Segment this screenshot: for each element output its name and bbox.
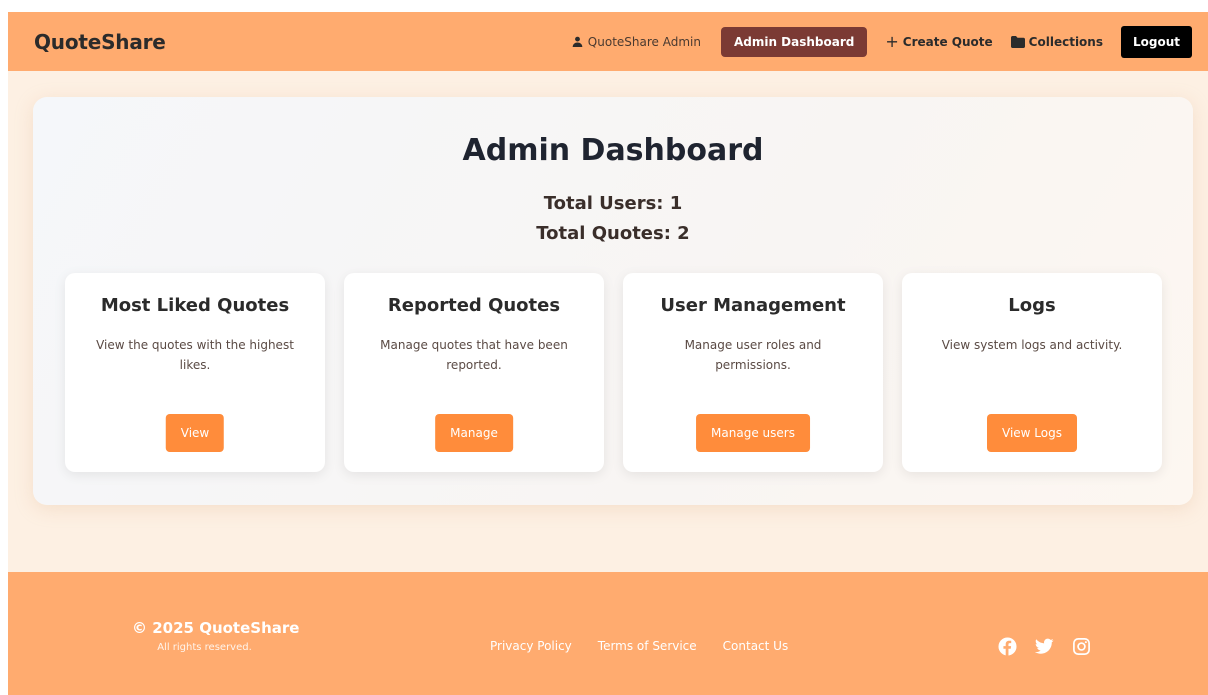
current-user[interactable]: QuoteShare Admin xyxy=(572,35,701,49)
page-title: Admin Dashboard xyxy=(462,133,764,168)
manage-reported-button[interactable]: Manage xyxy=(435,414,513,452)
card-title: Logs xyxy=(1008,295,1056,316)
footer-copyright: © 2025 QuoteShare xyxy=(132,619,300,637)
social-links xyxy=(998,637,1091,656)
create-quote-label: Create Quote xyxy=(902,34,993,49)
twitter-icon[interactable] xyxy=(1035,637,1054,656)
view-logs-button[interactable]: View Logs xyxy=(987,414,1077,452)
terms-of-service-link[interactable]: Terms of Service xyxy=(598,639,697,653)
privacy-policy-link[interactable]: Privacy Policy xyxy=(490,639,572,653)
card-description: Manage user roles and permissions. xyxy=(684,338,822,372)
logout-button[interactable]: Logout xyxy=(1120,25,1192,58)
contact-us-link[interactable]: Contact Us xyxy=(723,639,789,653)
create-quote-link[interactable]: + Create Quote xyxy=(885,31,993,51)
view-most-liked-button[interactable]: View xyxy=(165,414,225,452)
admin-dashboard-panel: Admin Dashboard Total Users: 1 Total Quo… xyxy=(33,97,1193,505)
user-icon xyxy=(572,36,583,47)
card-logs: Logs View system logs and activity. View… xyxy=(902,273,1162,472)
card-most-liked-quotes: Most Liked Quotes View the quotes with t… xyxy=(65,273,325,472)
footer-rights: All rights reserved. xyxy=(157,642,252,653)
total-quotes-stat: Total Quotes: 2 xyxy=(536,223,690,244)
card-description: Manage quotes that have been reported. xyxy=(380,338,568,372)
dashboard-cards: Most Liked Quotes View the quotes with t… xyxy=(65,273,1162,472)
page-footer: © 2025 QuoteShare All rights reserved. P… xyxy=(8,572,1208,695)
folder-icon xyxy=(1010,35,1025,48)
admin-dashboard-button[interactable]: Admin Dashboard xyxy=(720,26,868,57)
card-title: Most Liked Quotes xyxy=(100,295,290,316)
nav-menu: QuoteShare Admin Admin Dashboard + Creat… xyxy=(572,25,1192,58)
footer-links: Privacy Policy Terms of Service Contact … xyxy=(490,639,788,653)
instagram-icon[interactable] xyxy=(1072,637,1091,656)
top-navbar: QuoteShare QuoteShare Admin Admin Dashbo… xyxy=(8,12,1208,71)
current-user-label: QuoteShare Admin xyxy=(587,34,701,49)
card-reported-quotes: Reported Quotes Manage quotes that have … xyxy=(344,273,604,472)
facebook-icon[interactable] xyxy=(998,637,1017,656)
page-frame: QuoteShare QuoteShare Admin Admin Dashbo… xyxy=(8,12,1208,695)
brand-logo[interactable]: QuoteShare xyxy=(34,30,166,54)
collections-label: Collections xyxy=(1028,34,1103,49)
card-title: Reported Quotes xyxy=(387,295,561,316)
card-description: View system logs and activity. xyxy=(941,338,1123,352)
card-description: View the quotes with the highest likes. xyxy=(96,338,294,372)
card-user-management: User Management Manage user roles and pe… xyxy=(623,273,883,472)
manage-users-button[interactable]: Manage users xyxy=(696,414,810,452)
total-users-stat: Total Users: 1 xyxy=(543,193,683,214)
card-title: User Management xyxy=(660,295,846,316)
plus-icon: + xyxy=(885,31,899,51)
collections-link[interactable]: Collections xyxy=(1010,34,1103,49)
